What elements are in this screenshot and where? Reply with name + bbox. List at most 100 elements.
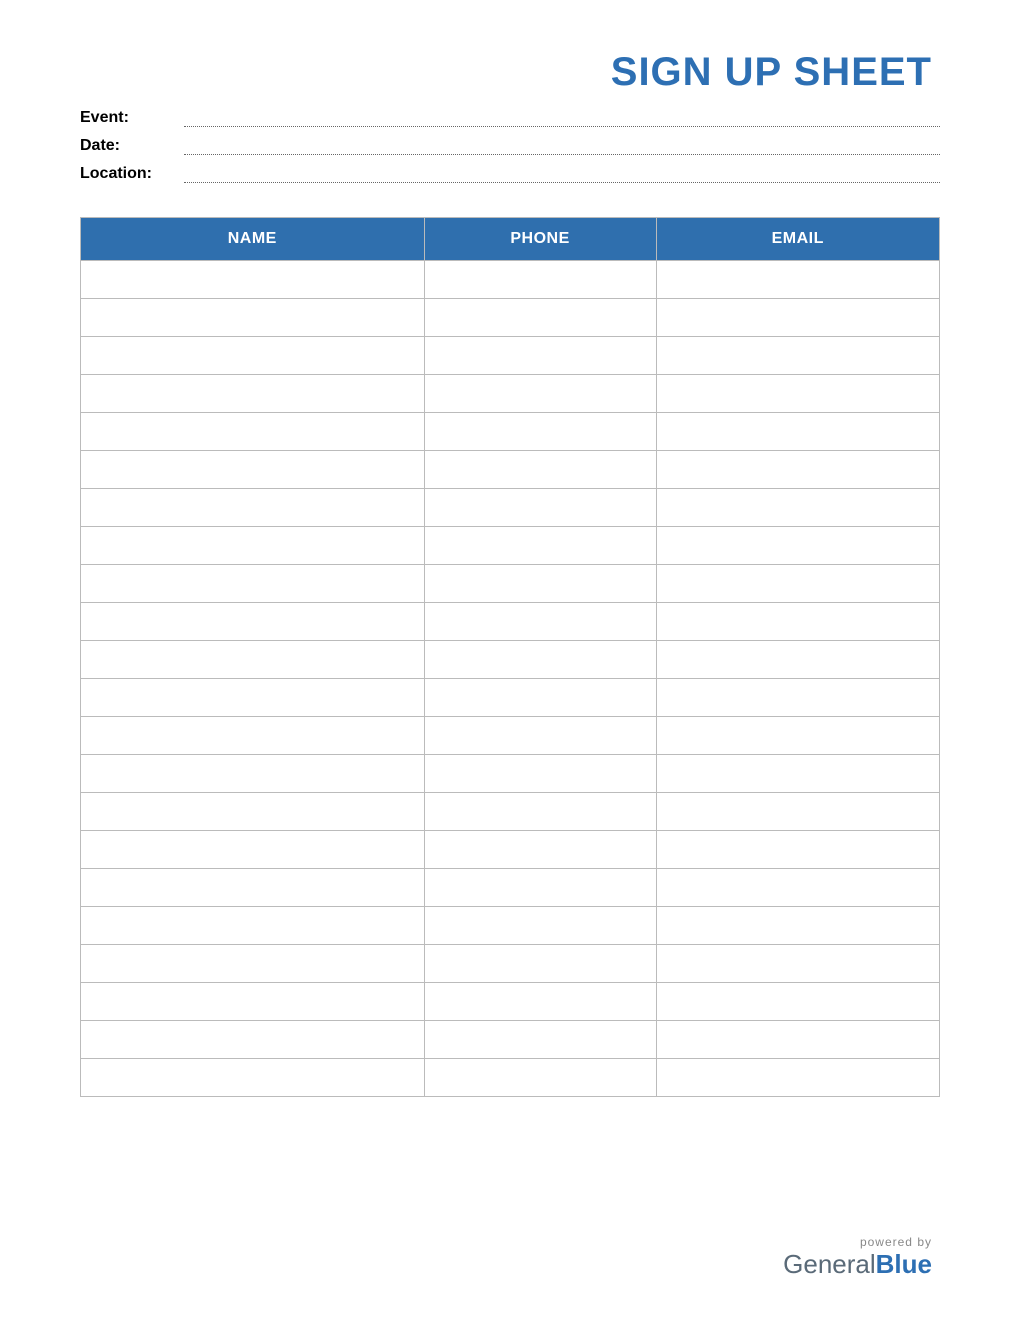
cell-name[interactable]	[81, 413, 425, 451]
cell-phone[interactable]	[424, 907, 656, 945]
cell-name[interactable]	[81, 261, 425, 299]
cell-email[interactable]	[656, 451, 939, 489]
cell-phone[interactable]	[424, 1021, 656, 1059]
table-header-row: NAME PHONE EMAIL	[81, 218, 940, 261]
cell-email[interactable]	[656, 717, 939, 755]
cell-name[interactable]	[81, 793, 425, 831]
cell-phone[interactable]	[424, 717, 656, 755]
brand-general: General	[783, 1249, 876, 1279]
table-row	[81, 641, 940, 679]
cell-phone[interactable]	[424, 413, 656, 451]
table-row	[81, 679, 940, 717]
table-row	[81, 603, 940, 641]
brand-blue: Blue	[876, 1249, 932, 1279]
cell-phone[interactable]	[424, 679, 656, 717]
cell-phone[interactable]	[424, 299, 656, 337]
cell-name[interactable]	[81, 375, 425, 413]
cell-email[interactable]	[656, 793, 939, 831]
cell-phone[interactable]	[424, 489, 656, 527]
cell-phone[interactable]	[424, 869, 656, 907]
cell-name[interactable]	[81, 565, 425, 603]
page-title: SIGN UP SHEET	[80, 50, 940, 95]
header-phone: PHONE	[424, 218, 656, 261]
cell-name[interactable]	[81, 869, 425, 907]
cell-email[interactable]	[656, 983, 939, 1021]
cell-phone[interactable]	[424, 641, 656, 679]
cell-name[interactable]	[81, 527, 425, 565]
cell-name[interactable]	[81, 717, 425, 755]
table-row	[81, 1059, 940, 1097]
cell-name[interactable]	[81, 299, 425, 337]
footer: powered by GeneralBlue	[80, 1221, 940, 1280]
powered-by-label: powered by	[80, 1235, 932, 1249]
cell-email[interactable]	[656, 1021, 939, 1059]
cell-email[interactable]	[656, 831, 939, 869]
location-input-line[interactable]	[184, 165, 940, 183]
cell-name[interactable]	[81, 451, 425, 489]
cell-email[interactable]	[656, 565, 939, 603]
cell-phone[interactable]	[424, 755, 656, 793]
cell-email[interactable]	[656, 489, 939, 527]
cell-name[interactable]	[81, 679, 425, 717]
cell-email[interactable]	[656, 1059, 939, 1097]
event-input-line[interactable]	[184, 109, 940, 127]
cell-phone[interactable]	[424, 451, 656, 489]
brand-logo: GeneralBlue	[80, 1249, 932, 1280]
cell-email[interactable]	[656, 299, 939, 337]
cell-name[interactable]	[81, 983, 425, 1021]
cell-email[interactable]	[656, 907, 939, 945]
cell-phone[interactable]	[424, 337, 656, 375]
cell-email[interactable]	[656, 603, 939, 641]
cell-email[interactable]	[656, 261, 939, 299]
cell-email[interactable]	[656, 945, 939, 983]
cell-name[interactable]	[81, 831, 425, 869]
cell-email[interactable]	[656, 679, 939, 717]
cell-email[interactable]	[656, 337, 939, 375]
cell-phone[interactable]	[424, 375, 656, 413]
date-label: Date:	[80, 137, 164, 155]
table-row	[81, 755, 940, 793]
cell-name[interactable]	[81, 603, 425, 641]
meta-row-location: Location:	[80, 165, 940, 183]
cell-phone[interactable]	[424, 831, 656, 869]
cell-email[interactable]	[656, 755, 939, 793]
cell-phone[interactable]	[424, 565, 656, 603]
cell-phone[interactable]	[424, 793, 656, 831]
event-label: Event:	[80, 109, 164, 127]
cell-email[interactable]	[656, 375, 939, 413]
cell-name[interactable]	[81, 1059, 425, 1097]
cell-email[interactable]	[656, 869, 939, 907]
cell-email[interactable]	[656, 527, 939, 565]
cell-phone[interactable]	[424, 1059, 656, 1097]
cell-name[interactable]	[81, 755, 425, 793]
cell-name[interactable]	[81, 1021, 425, 1059]
cell-phone[interactable]	[424, 603, 656, 641]
cell-name[interactable]	[81, 907, 425, 945]
table-row	[81, 983, 940, 1021]
cell-phone[interactable]	[424, 945, 656, 983]
cell-name[interactable]	[81, 337, 425, 375]
cell-phone[interactable]	[424, 261, 656, 299]
table-row	[81, 565, 940, 603]
table-row	[81, 793, 940, 831]
cell-name[interactable]	[81, 489, 425, 527]
cell-phone[interactable]	[424, 527, 656, 565]
table-row	[81, 489, 940, 527]
meta-row-event: Event:	[80, 109, 940, 127]
signup-table: NAME PHONE EMAIL	[80, 217, 940, 1097]
header-email: EMAIL	[656, 218, 939, 261]
table-row	[81, 451, 940, 489]
header-name: NAME	[81, 218, 425, 261]
cell-name[interactable]	[81, 945, 425, 983]
cell-name[interactable]	[81, 641, 425, 679]
date-input-line[interactable]	[184, 137, 940, 155]
cell-email[interactable]	[656, 413, 939, 451]
table-row	[81, 945, 940, 983]
table-row	[81, 261, 940, 299]
table-row	[81, 869, 940, 907]
table-row	[81, 717, 940, 755]
cell-email[interactable]	[656, 641, 939, 679]
cell-phone[interactable]	[424, 983, 656, 1021]
table-row	[81, 375, 940, 413]
table-row	[81, 907, 940, 945]
